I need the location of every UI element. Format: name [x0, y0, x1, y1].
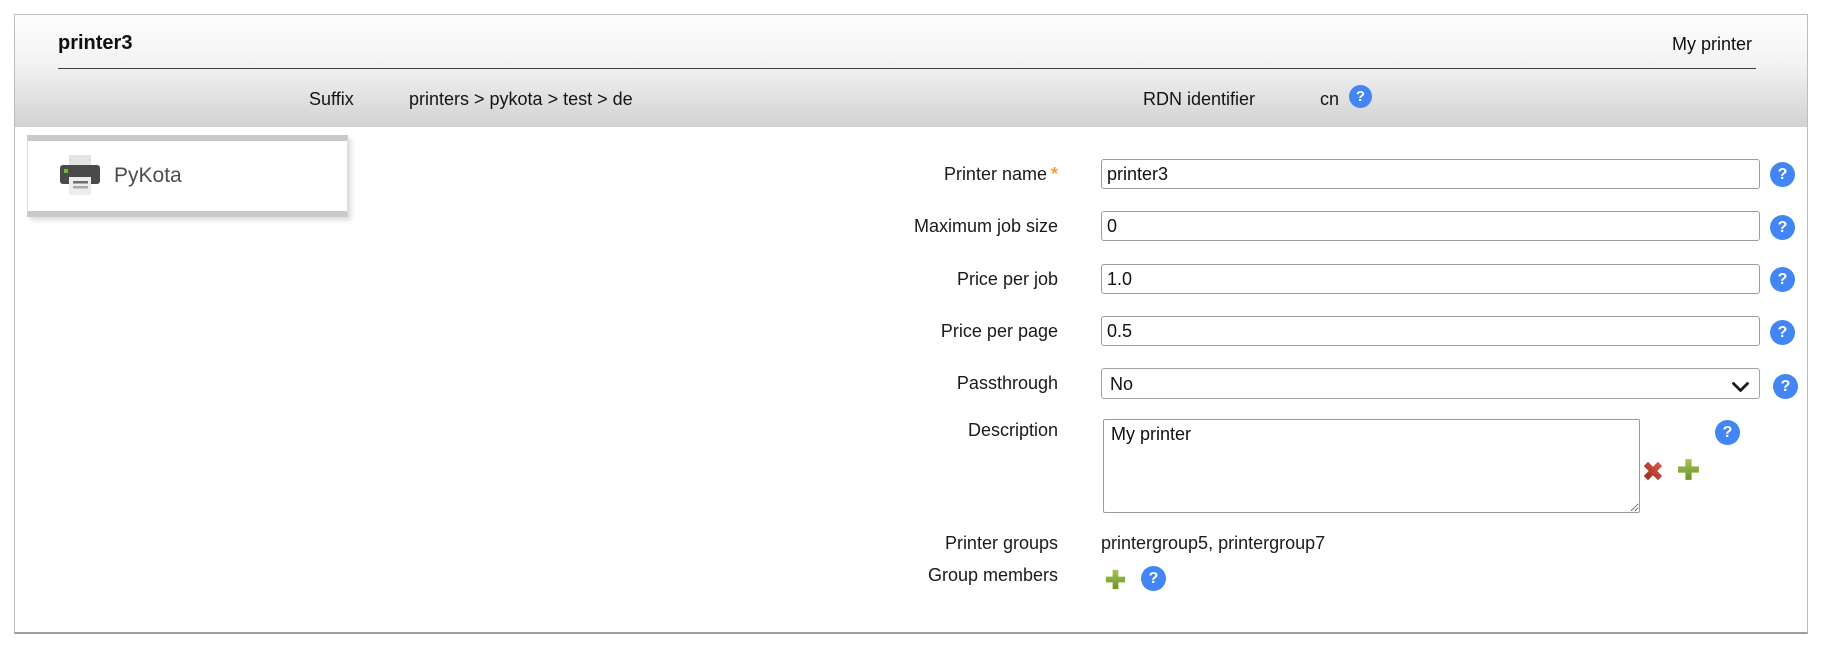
description-add-button[interactable] — [1676, 457, 1701, 482]
x-icon — [1642, 470, 1664, 485]
max-job-size-label: Maximum job size — [638, 211, 1058, 241]
group-members-help-icon[interactable]: ? — [1141, 566, 1166, 591]
printer-name-label: Printer name* — [638, 159, 1058, 189]
max-job-size-input[interactable] — [1101, 211, 1760, 241]
description-help-icon[interactable]: ? — [1715, 420, 1740, 445]
rdn-help-icon[interactable]: ? — [1349, 85, 1372, 108]
description-label: Description — [638, 419, 1058, 441]
suffix-label: Suffix — [309, 88, 354, 110]
price-per-job-help-icon[interactable]: ? — [1770, 267, 1795, 292]
passthrough-label: Passthrough — [638, 368, 1058, 398]
description-delete-button[interactable] — [1642, 460, 1664, 482]
printer-groups-label: Printer groups — [638, 532, 1058, 554]
passthrough-help-icon[interactable]: ? — [1773, 374, 1798, 399]
printer-groups-value: printergroup5, printergroup7 — [1101, 532, 1325, 554]
printer-name-label-text: Printer name — [944, 164, 1047, 184]
max-job-size-help-icon[interactable]: ? — [1770, 215, 1795, 240]
page-title: printer3 — [58, 32, 132, 55]
group-members-add-button[interactable] — [1104, 568, 1127, 591]
printer-edit-panel: printer3 My printer Suffix printers > py… — [14, 14, 1808, 634]
rdn-label: RDN identifier — [1143, 88, 1255, 110]
price-per-page-input[interactable] — [1101, 316, 1760, 346]
printer-name-input[interactable] — [1101, 159, 1760, 189]
printer-name-help-icon[interactable]: ? — [1770, 162, 1795, 187]
entry-description: My printer — [1672, 34, 1752, 55]
suffix-breadcrumb: printers > pykota > test > de — [409, 88, 633, 110]
page: printer3 My printer Suffix printers > py… — [0, 0, 1830, 657]
tab-pykota[interactable]: PyKota — [27, 135, 348, 217]
plus-icon — [1104, 579, 1127, 594]
description-textarea[interactable]: My printer — [1103, 419, 1640, 513]
printer-icon — [60, 155, 100, 197]
tab-label: PyKota — [114, 164, 182, 188]
price-per-job-label: Price per job — [638, 264, 1058, 294]
price-per-page-label: Price per page — [638, 316, 1058, 346]
required-marker: * — [1051, 164, 1058, 184]
rdn-value: cn — [1320, 88, 1339, 110]
price-per-job-input[interactable] — [1101, 264, 1760, 294]
panel-header: printer3 My printer Suffix printers > py… — [15, 15, 1807, 127]
passthrough-select[interactable]: No — [1101, 368, 1760, 399]
header-divider — [58, 68, 1756, 69]
group-members-label: Group members — [638, 564, 1058, 586]
plus-icon — [1676, 470, 1701, 485]
price-per-page-help-icon[interactable]: ? — [1770, 320, 1795, 345]
